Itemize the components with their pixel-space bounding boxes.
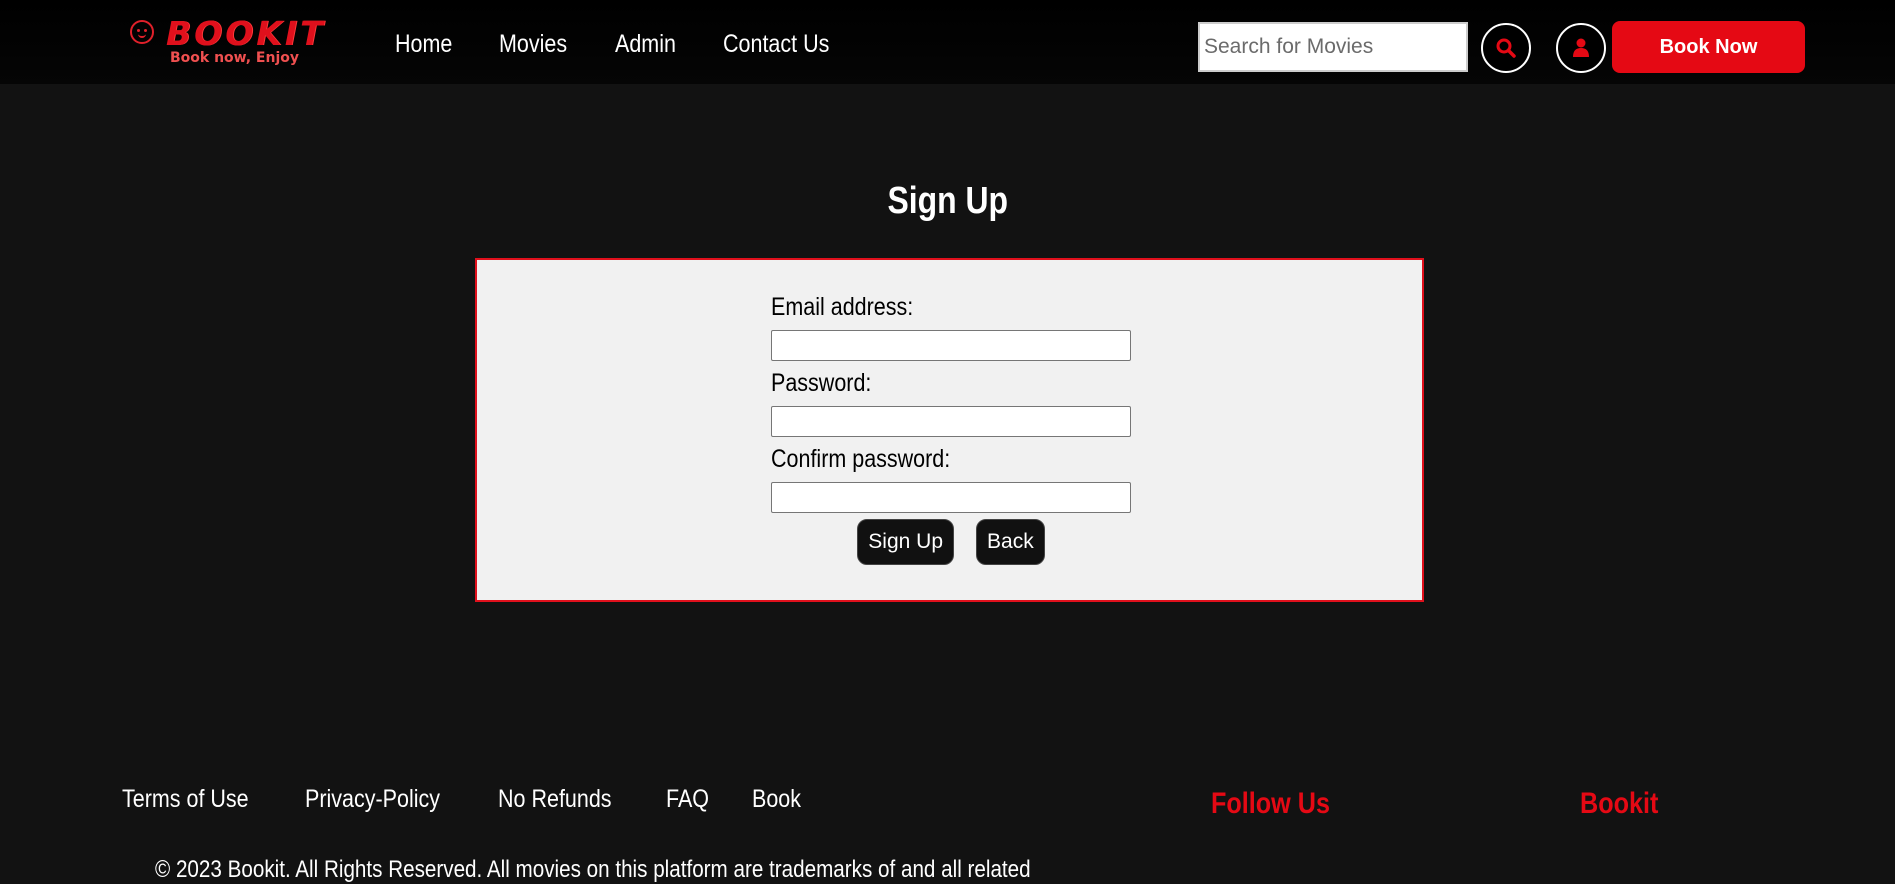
password-label: Password: [771, 369, 872, 397]
footer-link-privacy[interactable]: Privacy-Policy [305, 785, 440, 814]
bookit-logo[interactable]: BOOKIT Book now, Enjoy [128, 14, 328, 72]
footer-link-book[interactable]: Book [752, 785, 801, 814]
search-input[interactable] [1198, 22, 1468, 72]
main-nav: Home Movies Admin Contact Us [395, 30, 883, 59]
sign-up-button[interactable]: Sign Up [857, 519, 955, 565]
nav-contact-us[interactable]: Contact Us [723, 30, 829, 59]
footer-links: Terms of Use Privacy-Policy No Refunds F… [122, 785, 845, 814]
site-header: BOOKIT Book now, Enjoy Home Movies Admin… [0, 0, 1895, 84]
copyright-text: © 2023 Bookit. All Rights Reserved. All … [155, 856, 1031, 883]
follow-us-heading: Follow Us [1211, 787, 1331, 820]
back-button[interactable]: Back [976, 519, 1045, 565]
nav-movies[interactable]: Movies [499, 30, 567, 59]
footer-link-terms[interactable]: Terms of Use [122, 785, 249, 814]
user-account-button[interactable] [1556, 23, 1606, 73]
logo-wordmark: BOOKIT [166, 14, 326, 53]
smiley-face-icon [130, 20, 154, 44]
footer-link-no-refunds[interactable]: No Refunds [498, 785, 612, 814]
email-label: Email address: [771, 293, 914, 321]
page-title: Sign Up [887, 180, 1008, 222]
confirm-password-label: Confirm password: [771, 445, 951, 473]
email-field[interactable] [771, 330, 1131, 361]
nav-admin[interactable]: Admin [615, 30, 676, 59]
form-actions: Sign Up Back [771, 519, 1131, 565]
confirm-password-field[interactable] [771, 482, 1131, 513]
search-button[interactable] [1481, 23, 1531, 73]
footer-link-faq[interactable]: FAQ [666, 785, 709, 814]
password-field[interactable] [771, 406, 1131, 437]
logo-tagline: Book now, Enjoy [170, 50, 299, 66]
bookit-footer-heading: Bookit [1580, 787, 1659, 820]
nav-home[interactable]: Home [395, 30, 452, 59]
user-icon [1573, 38, 1589, 57]
signup-form: Email address: Password: Confirm passwor… [475, 258, 1424, 602]
book-now-button[interactable]: Book Now [1612, 21, 1805, 73]
search-icon [1496, 38, 1516, 58]
